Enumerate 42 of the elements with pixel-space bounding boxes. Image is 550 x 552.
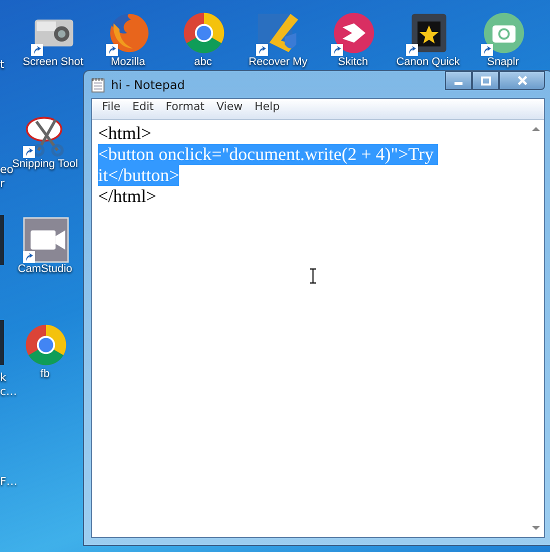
- menu-item[interactable]: File: [96, 100, 126, 117]
- skitch-logo-icon[interactable]: [331, 10, 377, 56]
- icon-label[interactable]: fb: [40, 368, 50, 381]
- code-line: <html>: [98, 123, 152, 144]
- window-title: hi - Notepad: [111, 78, 185, 92]
- maximize-button[interactable]: [472, 71, 499, 90]
- icon-label[interactable]: Screen Shot: [22, 56, 84, 69]
- icon-label: F…: [0, 475, 18, 488]
- chrome-logo-icon[interactable]: [23, 322, 69, 368]
- camera-icon[interactable]: [481, 10, 527, 56]
- icon-label[interactable]: CamStudio: [18, 263, 72, 276]
- close-button[interactable]: [499, 71, 545, 90]
- maximize-icon: [480, 76, 490, 86]
- menu-item[interactable]: View: [210, 100, 249, 117]
- scroll-down-arrow-icon[interactable]: [532, 525, 540, 531]
- icon-label: t: [0, 58, 4, 71]
- video-camera-icon[interactable]: [23, 217, 69, 263]
- icon-label[interactable]: Recover My: [248, 56, 308, 69]
- icon-label[interactable]: Canon Quick: [396, 56, 460, 69]
- menu-item[interactable]: Format: [160, 100, 210, 117]
- icon-label[interactable]: Snaplr: [487, 56, 519, 69]
- menu-item[interactable]: Edit: [126, 100, 160, 117]
- close-icon: [516, 75, 528, 86]
- icon-label: k: [0, 371, 6, 384]
- icon-label[interactable]: Snipping Tool: [12, 158, 78, 171]
- icon-label: r: [0, 177, 5, 190]
- minimize-button[interactable]: [445, 71, 472, 90]
- partial-desktop-icon: [0, 320, 4, 365]
- scroll-up-arrow-icon[interactable]: [532, 126, 540, 132]
- icon-label[interactable]: Skitch: [338, 56, 368, 69]
- icon-label[interactable]: Mozilla: [110, 56, 146, 69]
- minimize-icon: [454, 82, 463, 84]
- code-line: </html>: [98, 186, 156, 207]
- icon-label: eo: [0, 163, 14, 176]
- icon-label[interactable]: abc: [194, 56, 212, 69]
- text-editor[interactable]: <html> <button onclick="document.write(2 + 4)">Try it</button> </html>: [92, 119, 544, 537]
- chrome-logo-icon[interactable]: [181, 10, 227, 56]
- menu-item[interactable]: Help: [248, 100, 286, 117]
- icon-label: c…: [0, 385, 18, 398]
- notepad-icon: [91, 76, 105, 92]
- text-cursor-icon: [309, 268, 317, 284]
- partial-desktop-icon: [0, 215, 4, 265]
